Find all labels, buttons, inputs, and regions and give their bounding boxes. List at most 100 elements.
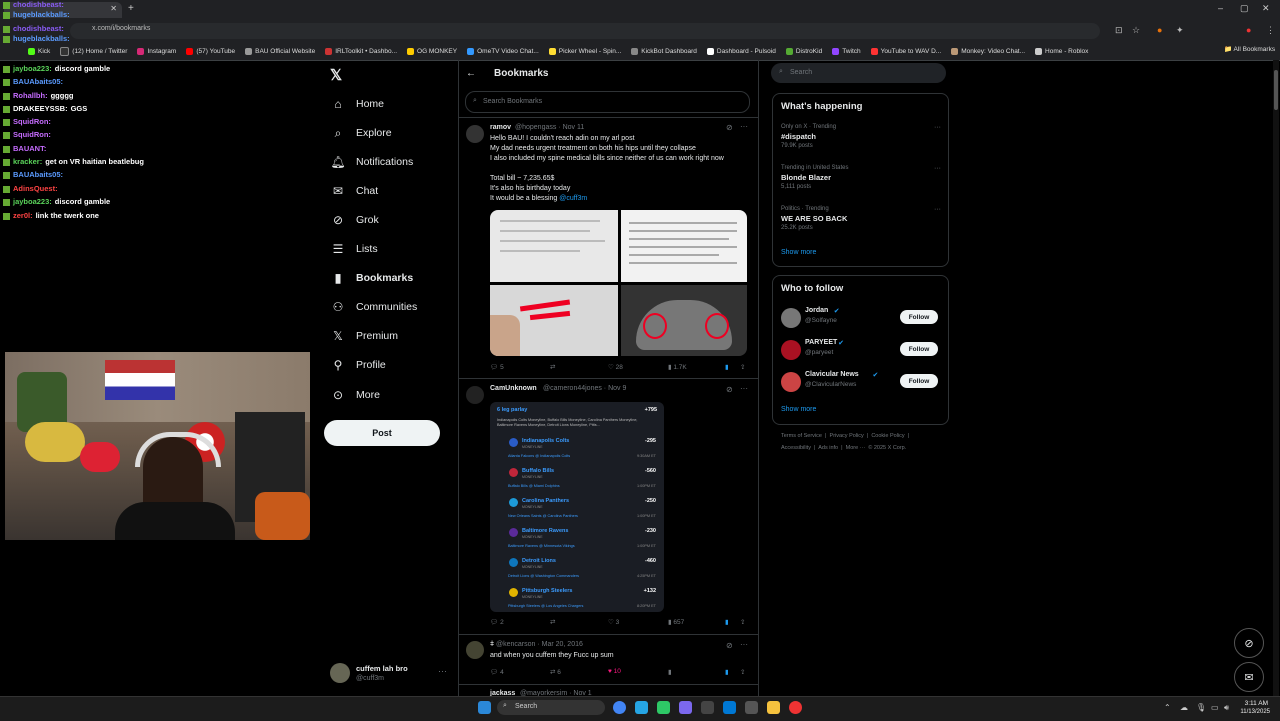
- follow-suggestion[interactable]: Jordan @Solfayne Follow ✔: [781, 306, 941, 330]
- retweet-button[interactable]: ⇄ 6: [550, 668, 561, 676]
- trend-options-icon[interactable]: ···: [934, 124, 941, 131]
- profile-icon[interactable]: ●: [1246, 25, 1251, 35]
- app-icon[interactable]: [679, 701, 692, 714]
- grok-icon[interactable]: ⊘: [726, 641, 733, 650]
- avatar[interactable]: [466, 125, 484, 143]
- nav-more[interactable]: ⊙ More: [331, 388, 380, 402]
- bookmark-item[interactable]: Instagram: [137, 47, 176, 55]
- network-icon[interactable]: ▭: [1211, 703, 1219, 712]
- bookmark-item[interactable]: Dashboard - Pulsoid: [706, 47, 776, 55]
- tweet-handle[interactable]: @cameron44jones · Nov 9: [543, 384, 626, 394]
- mic-icon[interactable]: 🎙︎: [1196, 703, 1206, 712]
- reply-button[interactable]: 💬︎ 5: [490, 363, 504, 371]
- ads-info-link[interactable]: Ads info: [818, 445, 838, 451]
- cloud-icon[interactable]: ☁: [1180, 703, 1188, 712]
- retweet-button[interactable]: ⇄: [550, 363, 555, 371]
- bill-image[interactable]: [490, 285, 618, 356]
- share-button[interactable]: ⇪: [740, 668, 745, 676]
- trend-options-icon[interactable]: ···: [934, 206, 941, 213]
- bookmark-item[interactable]: Home - Roblox: [1035, 47, 1088, 55]
- terms-link[interactable]: Terms of Service: [781, 433, 822, 439]
- bookmark-item[interactable]: YouTube to WAV D...: [870, 47, 941, 55]
- bookmark-item[interactable]: (57) YouTube: [186, 47, 235, 55]
- bookmark-item[interactable]: Picker Wheel - Spin...: [548, 47, 621, 55]
- more-options-icon[interactable]: ···: [740, 122, 748, 131]
- bookmark-item[interactable]: DistroKid: [785, 47, 822, 55]
- like-button[interactable]: ♡ 28: [608, 363, 623, 371]
- trend-item[interactable]: Only on X · Trending #dispatch 79.9K pos…: [781, 124, 941, 149]
- tweet-handle[interactable]: @kencarson · Mar 20, 2016: [496, 640, 583, 650]
- app-icon[interactable]: [701, 701, 714, 714]
- trend-item[interactable]: Politics · Trending WE ARE SO BACK 25.2K…: [781, 206, 941, 231]
- url-field[interactable]: [70, 23, 1100, 39]
- avatar[interactable]: [781, 308, 801, 328]
- follow-suggestion[interactable]: Clavicular News @ClavicularNews Follow ✔: [781, 370, 941, 394]
- reply-button[interactable]: 💬︎ 2: [490, 618, 504, 626]
- tweet-media-grid[interactable]: [490, 210, 747, 356]
- bookmark-item[interactable]: Monkey: Video Chat...: [951, 47, 1025, 55]
- clock-date[interactable]: 11/13/2025: [1236, 709, 1270, 715]
- messages-fab[interactable]: ✉: [1234, 662, 1264, 692]
- app-icon[interactable]: [657, 701, 670, 714]
- nav-lists[interactable]: ☰ Lists: [331, 242, 378, 256]
- xray-image[interactable]: [621, 285, 747, 356]
- more-options-icon[interactable]: ···: [740, 384, 748, 393]
- nav-notifications[interactable]: 🔔︎ Notifications: [330, 155, 413, 169]
- telegram-icon[interactable]: [635, 701, 648, 714]
- nav-premium[interactable]: 𝕏 Premium: [331, 329, 398, 343]
- retweet-button[interactable]: ⇄: [550, 618, 555, 626]
- avatar[interactable]: [466, 386, 484, 404]
- bookmark-item[interactable]: (12) Home / Twitter: [60, 46, 127, 56]
- grok-icon[interactable]: ⊘: [726, 123, 733, 132]
- all-bookmarks[interactable]: 📁 All Bookmarks: [1224, 45, 1275, 53]
- bookmark-item[interactable]: OmeTV Video Chat...: [467, 47, 539, 55]
- clock-time[interactable]: 3:11 AM: [1238, 700, 1268, 707]
- nav-explore[interactable]: ⌕ Explore: [331, 126, 392, 140]
- bookmark-button[interactable]: ▮: [725, 618, 729, 626]
- nav-profile[interactable]: ⚲ Profile: [331, 358, 386, 372]
- volume-icon[interactable]: 🔊︎: [1224, 703, 1229, 713]
- install-icon[interactable]: ⊡: [1115, 25, 1123, 36]
- more-link[interactable]: More ···: [846, 445, 866, 451]
- grok-fab[interactable]: ⊘: [1234, 628, 1264, 658]
- avatar[interactable]: [781, 340, 801, 360]
- trend-options-icon[interactable]: ···: [934, 165, 941, 172]
- chrome-icon[interactable]: [613, 701, 626, 714]
- new-tab-icon[interactable]: +: [128, 3, 134, 14]
- maximize-icon[interactable]: ▢: [1240, 3, 1249, 14]
- share-button[interactable]: ⇪: [740, 363, 745, 371]
- close-tab-icon[interactable]: ✕: [110, 4, 117, 13]
- like-button[interactable]: ♥ 10: [608, 668, 621, 675]
- avatar[interactable]: [466, 641, 484, 659]
- account-avatar[interactable]: [330, 663, 350, 683]
- search-input[interactable]: ⌕ Search: [771, 63, 946, 83]
- app-icon[interactable]: [745, 701, 758, 714]
- bookmark-item[interactable]: Kick: [28, 47, 50, 55]
- trend-item[interactable]: Trending in United States Blonde Blazer …: [781, 165, 941, 190]
- medical-report-image[interactable]: [621, 210, 747, 282]
- post-button[interactable]: Post: [324, 420, 440, 446]
- bookmark-item[interactable]: KickBot Dashboard: [631, 47, 697, 55]
- bookmark-button[interactable]: ▮: [725, 668, 729, 676]
- bookmark-item[interactable]: IRLToolkit • Dashbo...: [325, 47, 397, 55]
- nav-chat[interactable]: ✉ Chat: [331, 184, 378, 198]
- nav-grok[interactable]: ⊘ Grok: [331, 213, 379, 227]
- show-more-link[interactable]: Show more: [781, 406, 816, 413]
- account-menu-icon[interactable]: ···: [438, 666, 447, 676]
- avatar[interactable]: [781, 372, 801, 392]
- scrollbar[interactable]: [1273, 60, 1279, 696]
- tweet-author[interactable]: CamUnknown: [490, 384, 537, 394]
- bookmark-item[interactable]: OG MONKEY: [407, 47, 457, 55]
- app-icon[interactable]: [723, 701, 736, 714]
- privacy-link[interactable]: Privacy Policy: [830, 433, 864, 439]
- follow-button[interactable]: Follow: [900, 374, 938, 388]
- star-icon[interactable]: ☆: [1132, 25, 1140, 36]
- bookmark-item[interactable]: BAU Official Website: [245, 47, 315, 55]
- scrollbar-thumb[interactable]: [1274, 70, 1278, 110]
- views-button[interactable]: ▮: [668, 668, 672, 676]
- app-icon[interactable]: [789, 701, 802, 714]
- more-options-icon[interactable]: ···: [740, 640, 748, 649]
- taskbar-search[interactable]: ⌕ Search: [497, 700, 605, 715]
- extension-icon[interactable]: ●: [1157, 25, 1162, 35]
- tweet-author[interactable]: ramov: [490, 123, 511, 133]
